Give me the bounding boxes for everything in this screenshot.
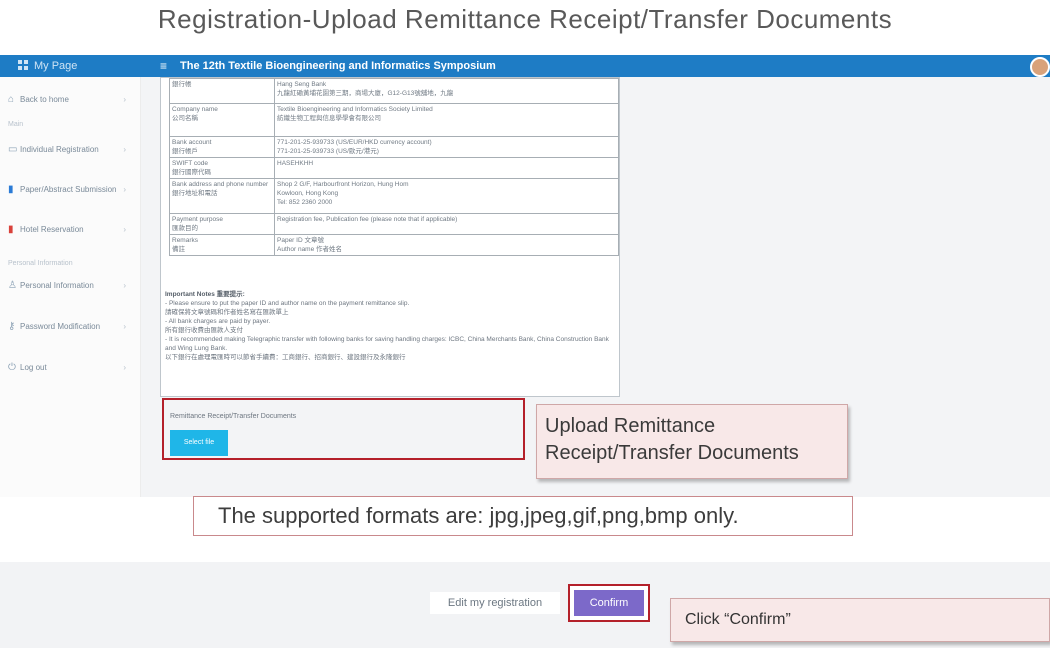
table-row: Bank account 銀行帳戶 771-201-25-939733 (US/E… (169, 136, 619, 158)
note-line: - All bank charges are paid by payer. (165, 318, 271, 325)
supported-formats-text: The supported formats are: jpg,jpeg,gif,… (218, 503, 739, 528)
slide-title: Registration-Upload Remittance Receipt/T… (157, 4, 893, 34)
sidebar-item-label: Log out (20, 363, 47, 372)
user-icon: ♙ (8, 280, 17, 291)
table-row: Bank address and phone number 銀行地址和電話 Sho… (169, 178, 619, 214)
table-cell-value: Paper ID 文章號 Author name 作者姓名 (274, 234, 619, 256)
sidebar-item-label: Hotel Reservation (20, 225, 84, 234)
chevron-right-icon: › (123, 322, 126, 331)
file-icon: ▮ (8, 184, 14, 195)
note-line: 以下銀行在處理電匯時可以節省手續費：工商銀行、招商銀行、建設銀行及永隆銀行 (165, 354, 406, 361)
sidebar-item-paper-submission[interactable]: ▮ Paper/Abstract Submission › (8, 185, 134, 195)
bookmark-icon: ▮ (8, 224, 14, 235)
my-page-link[interactable]: My Page (18, 55, 77, 77)
upload-callout: Upload Remittance Receipt/Transfer Docum… (536, 404, 848, 479)
key-icon: ⚷ (8, 321, 16, 332)
confirm-callout: Click “Confirm” (670, 598, 1050, 642)
menu-icon[interactable]: ≡ (160, 55, 167, 77)
upload-callout-text: Upload Remittance Receipt/Transfer Docum… (545, 415, 799, 464)
table-cell-value: 771-201-25-939733 (US/EUR/HKD currency a… (274, 136, 619, 158)
table-cell-label: Bank account 銀行帳戶 (169, 136, 275, 158)
chevron-right-icon: › (123, 95, 126, 104)
important-notes: Important Notes 重要提示: - Please ensure to… (165, 290, 615, 362)
sidebar-item-label: Back to home (20, 95, 69, 104)
table-cell-label: SWIFT code 銀行國際代碼 (169, 157, 275, 179)
confirm-highlight-box: Confirm (568, 584, 650, 622)
edit-registration-button[interactable]: Edit my registration (430, 592, 560, 614)
confirm-callout-text: Click “Confirm” (685, 611, 791, 628)
remittance-table: 銀行帳 Hang Seng Bank 九龍紅磡黃埔花園第三期，商場大廈，G12-G… (169, 78, 619, 256)
table-cell-value: HASEHKHH (274, 157, 619, 179)
table-row: SWIFT code 銀行國際代碼 HASEHKHH (169, 157, 619, 179)
table-cell-value: Hang Seng Bank 九龍紅磡黃埔花園第三期，商場大廈，G12-G13號… (274, 78, 619, 104)
table-cell-value: Shop 2 G/F, Harbourfront Horizon, Hung H… (274, 178, 619, 214)
power-icon: ⏻ (8, 362, 16, 373)
notes-heading: Important Notes 重要提示: (165, 291, 245, 298)
table-row: Company name 公司名稱 Textile Bioengineering … (169, 103, 619, 137)
table-cell-label: Remarks 備註 (169, 234, 275, 256)
note-line: - It is recommended making Telegraphic t… (165, 336, 609, 352)
avatar[interactable] (1030, 57, 1050, 77)
id-card-icon: ▭ (8, 144, 18, 155)
table-row: Payment purpose 匯款目的 Registration fee, Pu… (169, 213, 619, 235)
confirm-button[interactable]: Confirm (574, 590, 644, 616)
table-cell-label: 銀行帳 (169, 78, 275, 104)
home-icon: ⌂ (8, 94, 15, 105)
table-cell-label: Company name 公司名稱 (169, 103, 275, 137)
sidebar-item-label: Paper/Abstract Submission (20, 185, 117, 194)
sidebar-item-label: Personal Information (20, 281, 94, 290)
chevron-right-icon: › (123, 145, 126, 154)
upload-field-label: Remittance Receipt/Transfer Documents (170, 413, 297, 420)
sidebar-item-log-out[interactable]: ⏻ Log out › (8, 363, 134, 373)
bank-address: Shop 2 G/F, Harbourfront Horizon, Hung H… (277, 181, 409, 206)
chevron-right-icon: › (123, 281, 126, 290)
sidebar-item-password-modification[interactable]: ⚷ Password Modification › (8, 322, 134, 332)
brand-label: My Page (34, 60, 78, 72)
sidebar-item-hotel-reservation[interactable]: ▮ Hotel Reservation › (8, 225, 134, 235)
table-row: Remarks 備註 Paper ID 文章號 Author name 作者姓名 (169, 234, 619, 256)
select-file-button[interactable]: Select file (170, 430, 228, 456)
sidebar-item-personal-information[interactable]: ♙ Personal Information › (8, 281, 134, 291)
table-cell-label: Payment purpose 匯款目的 (169, 213, 275, 235)
top-navigation-bar: My Page ≡ The 12th Textile Bioengineerin… (0, 55, 1050, 77)
table-cell-value: Registration fee, Publication fee (pleas… (274, 213, 619, 235)
sidebar-item-back-home[interactable]: ⌂ Back to home › (8, 95, 134, 105)
note-line: 所有銀行收費由匯款人支付 (165, 327, 243, 334)
sidebar: ⌂ Back to home › Main ▭ Individual Registra… (0, 77, 141, 497)
sidebar-item-label: Password Modification (20, 322, 101, 331)
note-line: 請確保將文章號碼和作者姓名寫在匯款單上 (165, 309, 289, 316)
sidebar-section-personal: Personal Information (8, 260, 73, 267)
chevron-right-icon: › (123, 225, 126, 234)
chevron-right-icon: › (123, 363, 126, 372)
supported-formats-note: The supported formats are: jpg,jpeg,gif,… (193, 496, 853, 536)
sidebar-item-individual-registration[interactable]: ▭ Individual Registration › (8, 145, 134, 155)
sidebar-item-label: Individual Registration (20, 145, 99, 154)
grid-icon (18, 60, 28, 70)
table-row: 銀行帳 Hang Seng Bank 九龍紅磡黃埔花園第三期，商場大廈，G12-G… (169, 78, 619, 104)
sidebar-section-main: Main (8, 121, 24, 128)
table-cell-label: Bank address and phone number 銀行地址和電話 (169, 178, 275, 214)
note-line: - Please ensure to put the paper ID and … (165, 300, 410, 307)
symposium-title: The 12th Textile Bioengineering and Info… (180, 60, 496, 72)
table-cell-value: Textile Bioengineering and Informatics S… (274, 103, 619, 137)
chevron-right-icon: › (123, 185, 126, 194)
